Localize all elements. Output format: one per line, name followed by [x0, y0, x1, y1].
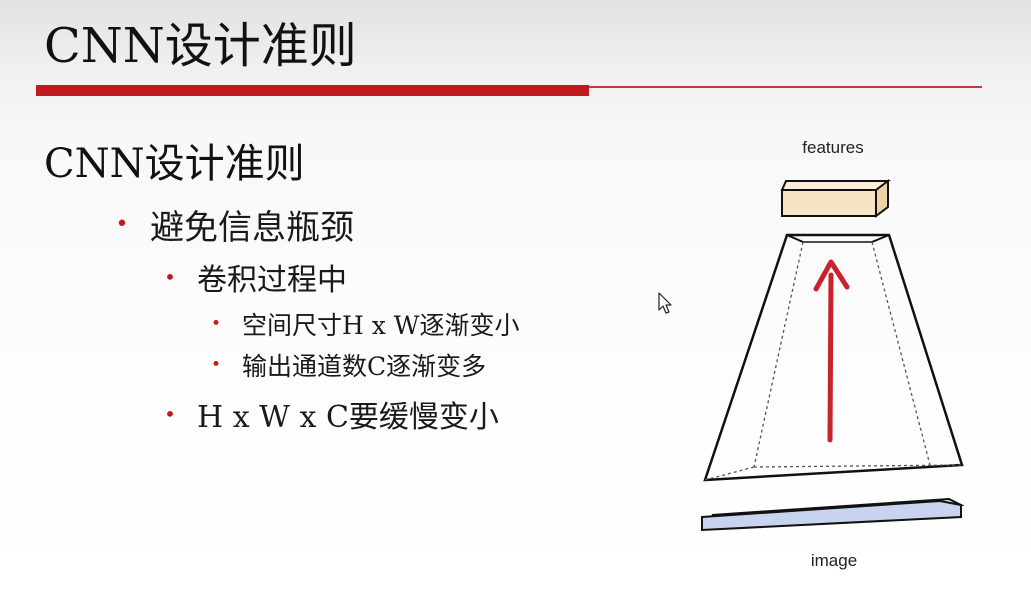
bullet-text: 输出通道数C逐渐变多 — [242, 352, 487, 381]
features-box — [780, 179, 891, 218]
bullet-dot-icon: • — [164, 265, 176, 289]
bullet-text: H x W x C要缓慢变小 — [197, 400, 499, 435]
section-heading: CNN设计准则 — [44, 141, 305, 187]
bullet-dot-icon: • — [164, 402, 176, 426]
bullet-text: 卷积过程中 — [197, 263, 347, 298]
bullet-conv-process: • 卷积过程中 — [143, 255, 347, 299]
mouse-pointer-icon — [658, 292, 672, 314]
pyramid-frustum — [703, 233, 964, 482]
bullet-dot-icon: • — [210, 314, 222, 334]
image-slab — [701, 497, 965, 532]
bullet-text: 避免信息瓶颈 — [150, 207, 354, 248]
bullet-avoid-bottleneck: • 避免信息瓶颈 — [94, 198, 355, 250]
bullet-hwc: • H x W x C要缓慢变小 — [143, 392, 499, 436]
slide-title: CNN设计准则 — [44, 18, 357, 74]
image-label: image — [811, 551, 857, 570]
features-label: features — [802, 138, 863, 157]
cnn-pyramid-diagram: features image — [701, 138, 965, 570]
upward-arrow-icon — [813, 259, 850, 443]
bullet-spatial-size: • 空间尺寸H x W逐渐变小 — [190, 304, 520, 344]
title-underline-thick — [36, 85, 589, 96]
bullet-channels: • 输出通道数C逐渐变多 — [190, 345, 486, 385]
title-underline-thin — [589, 86, 982, 88]
bullet-dot-icon: • — [115, 211, 129, 237]
bullet-dot-icon: • — [210, 355, 222, 375]
bullet-text: 空间尺寸H x W逐渐变小 — [242, 311, 520, 340]
